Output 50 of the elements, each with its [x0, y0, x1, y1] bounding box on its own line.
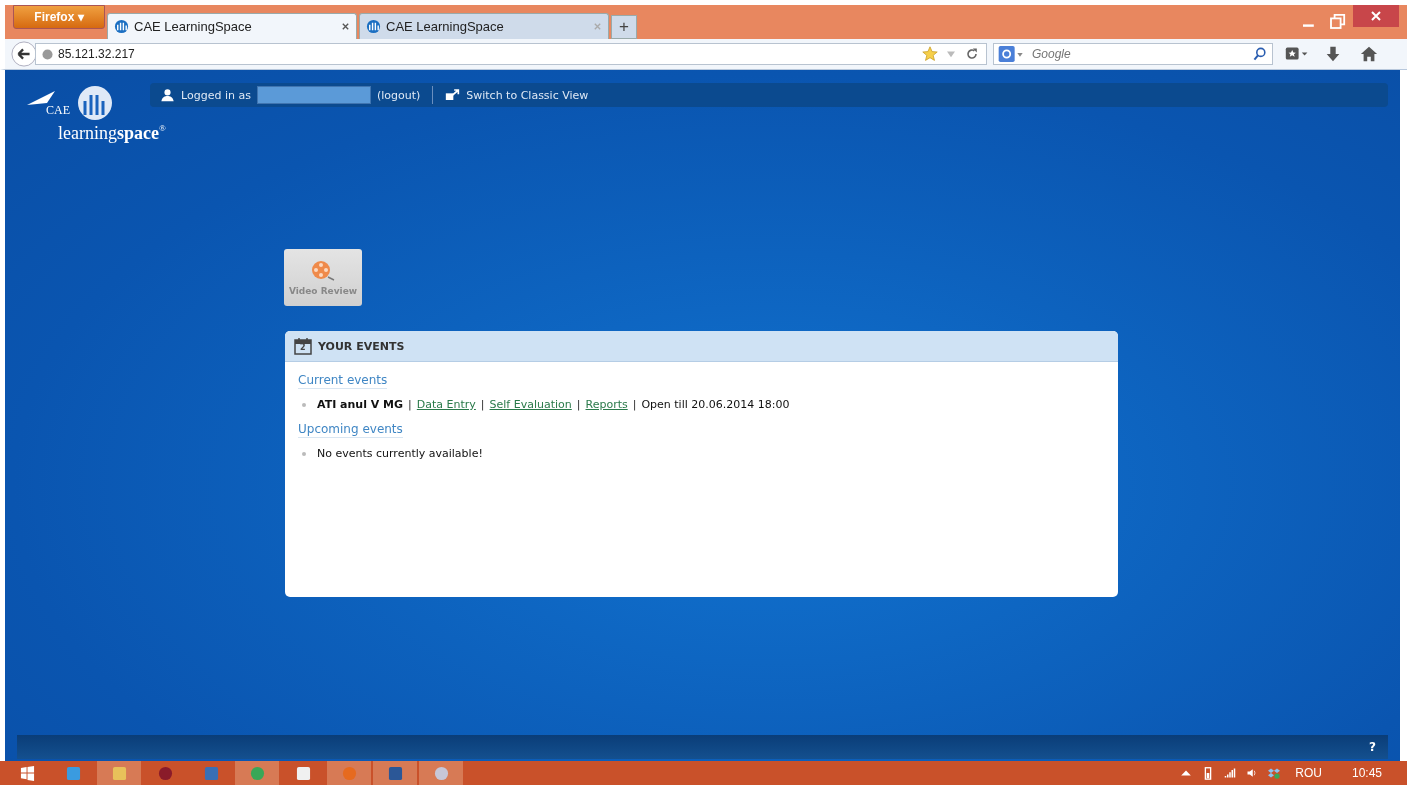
app-icon [249, 765, 265, 781]
separator: | [408, 398, 412, 411]
panel-title: YOUR EVENTS [318, 339, 405, 353]
help-link[interactable]: ? [1369, 740, 1376, 754]
app-icon [203, 765, 219, 781]
search-bar[interactable]: Google [993, 43, 1273, 65]
taskbar-app[interactable] [373, 761, 417, 785]
clock[interactable]: 10:45 [1351, 766, 1382, 780]
bookmarks-icon[interactable] [1285, 45, 1309, 63]
app-icon [157, 765, 173, 781]
app-icon [433, 765, 449, 781]
empty-message: No events currently available! [317, 447, 483, 460]
new-tab-button[interactable]: + [611, 15, 637, 39]
app-icon [295, 765, 311, 781]
user-icon [160, 88, 175, 102]
section-heading: Current events [298, 373, 388, 389]
logo-wordmark: learningspace$^{®}$ [58, 122, 166, 145]
language-indicator[interactable]: ROU [1295, 766, 1322, 780]
windows-icon [19, 765, 35, 781]
calendar-icon [294, 337, 312, 355]
event-link[interactable]: Reports [585, 398, 628, 411]
event-name: ATI anul V MG [317, 398, 404, 411]
switch-view-icon [445, 88, 461, 102]
dropbox-icon[interactable] [1268, 766, 1281, 780]
event-status: Open till 20.06.2014 18:00 [641, 398, 790, 411]
switch-view-link[interactable]: Switch to Classic View [466, 88, 589, 102]
app-icon [341, 765, 357, 781]
browser-tab[interactable]: CAE LearningSpace [359, 13, 609, 39]
section-heading: Upcoming events [298, 422, 403, 438]
logged-in-label: Logged in as [181, 88, 251, 102]
logo-brand: CAE [46, 103, 70, 117]
app-icon [65, 765, 81, 781]
separator: | [480, 398, 485, 411]
app-icon [387, 765, 403, 781]
close-icon[interactable] [1353, 5, 1399, 27]
address-bar[interactable]: 85.121.32.217 [35, 43, 987, 65]
star-icon[interactable] [922, 46, 938, 62]
film-reel-icon [310, 259, 336, 282]
signal-icon[interactable] [1224, 766, 1237, 780]
event-link[interactable]: Self Evaluation [489, 398, 572, 411]
reload-icon[interactable] [964, 46, 980, 62]
search-icon[interactable] [1252, 46, 1268, 62]
separator: | [576, 398, 581, 411]
logout-link[interactable]: (logout) [376, 88, 421, 102]
event-link[interactable]: Data Entry [416, 398, 476, 411]
app-icon [111, 765, 127, 781]
back-icon[interactable] [11, 41, 37, 67]
separator: | [632, 398, 637, 411]
close-icon[interactable] [341, 22, 350, 31]
browser-tab[interactable]: CAE LearningSpace [107, 13, 357, 39]
